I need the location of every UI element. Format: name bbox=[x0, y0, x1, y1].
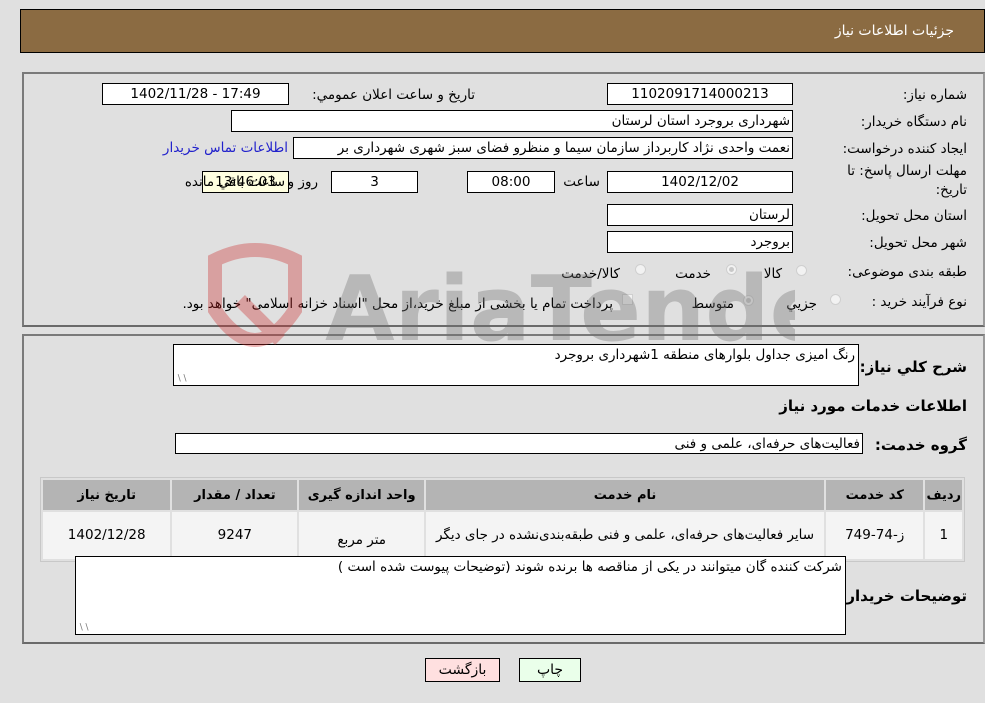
col-need-date: تاریخ نیاز bbox=[43, 480, 171, 510]
process-radio-minor[interactable] bbox=[830, 294, 841, 305]
col-service-name: نام خدمت bbox=[426, 480, 824, 510]
cell-service-name: سایر فعالیت‌های حرفه‌ای، علمی و فنی طبقه… bbox=[426, 512, 824, 559]
treasury-payment-note: پرداخت تمام یا بخشی از مبلغ خرید،از محل … bbox=[182, 296, 613, 312]
page-header: جزئیات اطلاعات نیاز bbox=[20, 9, 985, 53]
services-section-title: اطلاعات خدمات مورد نیاز bbox=[779, 397, 967, 415]
category-radio-goods-service[interactable] bbox=[635, 264, 646, 275]
description-text: رنگ امیزی جداول بلوارهای منطقه 1شهرداری … bbox=[554, 347, 855, 363]
category-option-goods: کالا bbox=[763, 266, 782, 282]
city-label: شهر محل تحویل: bbox=[869, 235, 967, 251]
description-label: شرح کلي نیاز: bbox=[859, 358, 967, 376]
description-textarea[interactable]: رنگ امیزی جداول بلوارهای منطقه 1شهرداری … bbox=[173, 344, 859, 386]
category-radio-goods[interactable] bbox=[796, 265, 807, 276]
service-group-label: گروه خدمت: bbox=[874, 436, 967, 454]
cell-quantity: 9247 bbox=[172, 512, 298, 559]
process-option-medium: متوسط bbox=[691, 296, 734, 312]
need-number-label: شماره نیاز: bbox=[902, 87, 967, 103]
cell-need-date: 1402/12/28 bbox=[43, 512, 171, 559]
back-button[interactable]: بازگشت bbox=[425, 658, 500, 682]
province-field[interactable]: لرستان bbox=[607, 204, 793, 226]
category-option-service: خدمت bbox=[675, 266, 711, 282]
col-quantity: تعداد / مقدار bbox=[172, 480, 298, 510]
resize-grip-icon[interactable]: ∖∖ bbox=[176, 375, 187, 384]
cell-index: 1 bbox=[925, 512, 962, 559]
category-option-goods-service: کالا/خدمت bbox=[561, 266, 620, 282]
need-number-field[interactable]: 1102091714000213 bbox=[607, 83, 793, 105]
deadline-time-field[interactable]: 08:00 bbox=[467, 171, 555, 193]
process-radio-medium[interactable] bbox=[743, 295, 754, 306]
buyer-notes-textarea[interactable]: شرکت کننده گان میتوانند در یکی از مناقصه… bbox=[75, 556, 846, 635]
cell-service-code: ز-74-749 bbox=[825, 512, 924, 559]
buyer-contact-link[interactable]: اطلاعات تماس خریدار bbox=[163, 140, 288, 156]
requester-label: ایجاد کننده درخواست: bbox=[842, 141, 967, 157]
province-label: استان محل تحویل: bbox=[861, 208, 967, 224]
col-service-code: کد خدمت bbox=[825, 480, 924, 510]
cell-unit: متر مربع bbox=[299, 512, 425, 559]
print-button[interactable]: چاپ bbox=[519, 658, 581, 682]
announce-label: تاریخ و ساعت اعلان عمومي: bbox=[312, 87, 475, 103]
deadline-time-label: ساعت bbox=[563, 174, 600, 190]
remaining-time-label: ساعت باقي مانده bbox=[184, 174, 285, 190]
service-group-field[interactable]: فعالیت‌های حرفه‌ای، علمی و فنی bbox=[175, 433, 863, 454]
services-table: ردیف کد خدمت نام خدمت واحد اندازه گیری ت… bbox=[40, 477, 965, 562]
col-unit: واحد اندازه گیری bbox=[299, 480, 425, 510]
table-row: 1 ز-74-749 سایر فعالیت‌های حرفه‌ای، علمی… bbox=[43, 512, 962, 559]
resize-grip-icon[interactable]: ∖∖ bbox=[78, 624, 89, 633]
process-type-label: نوع فرآیند خرید : bbox=[871, 294, 967, 310]
buyer-notes-label: توضیحات خریدار: bbox=[840, 587, 967, 605]
table-header-row: ردیف کد خدمت نام خدمت واحد اندازه گیری ت… bbox=[43, 480, 962, 510]
deadline-label-line2: تاریخ: bbox=[935, 182, 967, 198]
deadline-date-field[interactable]: 1402/12/02 bbox=[607, 171, 793, 193]
col-index: ردیف bbox=[925, 480, 962, 510]
announce-datetime-field[interactable]: 1402/11/28 - 17:49 bbox=[102, 83, 289, 105]
process-option-minor: جزيي bbox=[786, 296, 817, 312]
buyer-org-field[interactable]: شهرداری بروجرد استان لرستان bbox=[231, 110, 793, 132]
days-remaining-field[interactable]: 3 bbox=[331, 171, 418, 193]
page-title: جزئیات اطلاعات نیاز bbox=[834, 23, 954, 39]
days-label: روز و bbox=[287, 174, 318, 190]
buyer-org-label: نام دستگاه خریدار: bbox=[860, 114, 967, 130]
treasury-payment-checkbox[interactable] bbox=[622, 294, 633, 305]
category-radio-service[interactable] bbox=[726, 264, 737, 275]
requester-field[interactable]: نعمت واحدی نژاد کاربرداز سازمان سیما و م… bbox=[293, 137, 793, 159]
deadline-label: مهلت ارسال پاسخ: تا bbox=[847, 163, 967, 179]
buyer-notes-text: شرکت کننده گان میتوانند در یکی از مناقصه… bbox=[337, 559, 842, 575]
city-field[interactable]: بروجرد bbox=[607, 231, 793, 253]
category-label: طبقه بندی موضوعی: bbox=[847, 264, 967, 280]
